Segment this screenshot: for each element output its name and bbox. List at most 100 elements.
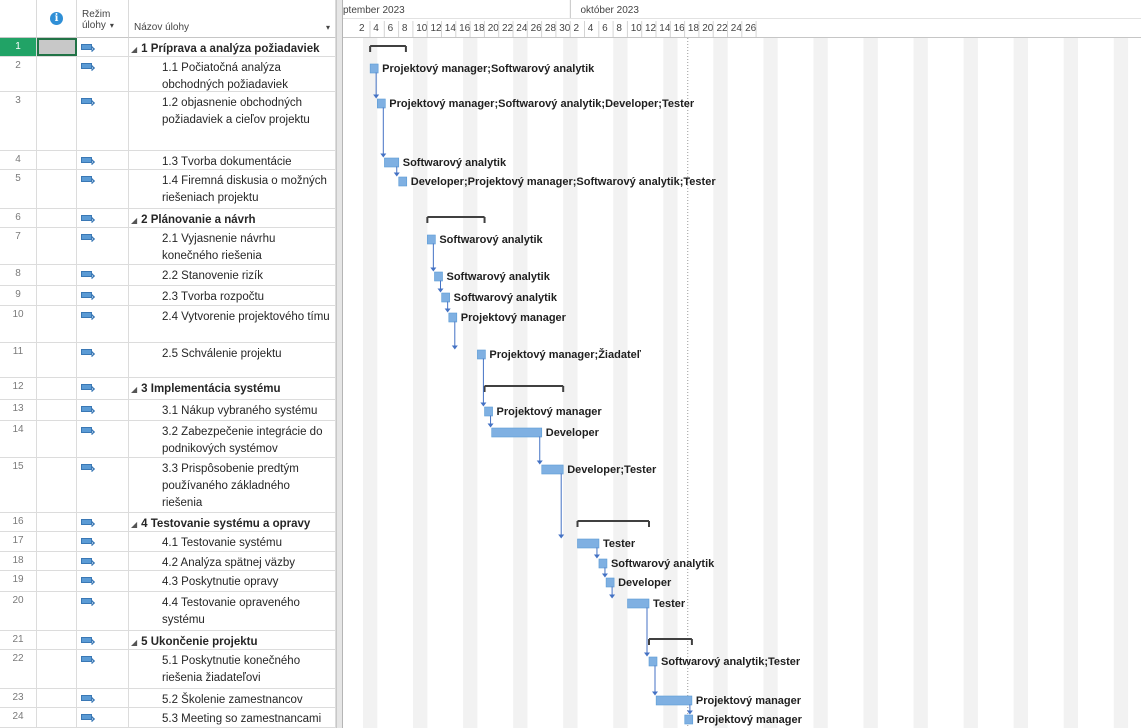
- task-row[interactable]: 12 ◢ 3 Implementácia systému: [0, 378, 336, 400]
- row-id-cell[interactable]: 5: [0, 170, 37, 208]
- task-mode-cell[interactable]: [77, 57, 129, 91]
- row-id-cell[interactable]: 21: [0, 631, 37, 649]
- indicator-cell[interactable]: [37, 306, 77, 342]
- row-id-cell[interactable]: 1: [0, 38, 37, 56]
- task-row[interactable]: 2 1.1 Počiatočná analýza obchodných požia…: [0, 57, 336, 92]
- task-mode-cell[interactable]: [77, 170, 129, 208]
- indicator-cell[interactable]: [37, 571, 77, 591]
- task-name-cell[interactable]: 3.1 Nákup vybraného systému: [129, 400, 336, 420]
- row-id-cell[interactable]: 15: [0, 458, 37, 512]
- row-id-cell[interactable]: 4: [0, 151, 37, 169]
- task-row[interactable]: 9 2.3 Tvorba rozpočtu: [0, 286, 336, 306]
- task-mode-cell[interactable]: [77, 708, 129, 727]
- task-row[interactable]: 4 1.3 Tvorba dokumentácie: [0, 151, 336, 170]
- indicator-cell[interactable]: [37, 378, 77, 399]
- row-id-cell[interactable]: 18: [0, 552, 37, 570]
- task-name-cell[interactable]: ◢ 1 Príprava a analýza požiadaviek: [129, 38, 336, 56]
- task-name-cell[interactable]: 4.2 Analýza spätnej väzby: [129, 552, 336, 570]
- row-id-cell[interactable]: 11: [0, 343, 37, 377]
- task-row[interactable]: 6 ◢ 2 Plánovanie a návrh: [0, 209, 336, 228]
- task-name-cell[interactable]: 1.1 Počiatočná analýza obchodných požiad…: [129, 57, 336, 91]
- task-mode-cell[interactable]: [77, 513, 129, 531]
- row-id-cell[interactable]: 3: [0, 92, 37, 150]
- task-row[interactable]: 7 2.1 Vyjasnenie návrhu konečného riešeni…: [0, 228, 336, 265]
- task-mode-cell[interactable]: [77, 532, 129, 551]
- task-name-cell[interactable]: ◢ 4 Testovanie systému a opravy: [129, 513, 336, 531]
- indicator-cell[interactable]: [37, 151, 77, 169]
- task-mode-cell[interactable]: [77, 689, 129, 707]
- task-row[interactable]: 15 3.3 Prispôsobenie predtým používaného …: [0, 458, 336, 513]
- task-mode-cell[interactable]: [77, 151, 129, 169]
- indicator-cell[interactable]: [37, 689, 77, 707]
- row-id-cell[interactable]: 23: [0, 689, 37, 707]
- row-id-cell[interactable]: 22: [0, 650, 37, 688]
- task-name-cell[interactable]: 1.4 Firemná diskusia o možných riešeniac…: [129, 170, 336, 208]
- indicator-cell[interactable]: [37, 38, 77, 56]
- task-row[interactable]: 14 3.2 Zabezpečenie integrácie do podniko…: [0, 421, 336, 458]
- task-mode-cell[interactable]: [77, 421, 129, 457]
- task-mode-cell[interactable]: [77, 265, 129, 285]
- row-id-cell[interactable]: 16: [0, 513, 37, 531]
- indicator-cell[interactable]: [37, 265, 77, 285]
- row-id-cell[interactable]: 6: [0, 209, 37, 227]
- task-name-cell[interactable]: 5.1 Poskytnutie konečného riešenia žiada…: [129, 650, 336, 688]
- indicator-cell[interactable]: [37, 92, 77, 150]
- task-mode-cell[interactable]: [77, 378, 129, 399]
- select-all-corner[interactable]: [0, 0, 37, 38]
- task-name-cell[interactable]: 1.3 Tvorba dokumentácie: [129, 151, 336, 169]
- task-mode-cell[interactable]: [77, 92, 129, 150]
- task-row[interactable]: 20 4.4 Testovanie opraveného systému: [0, 592, 336, 631]
- task-mode-cell[interactable]: [77, 571, 129, 591]
- task-row[interactable]: 23 5.2 Školenie zamestnancov: [0, 689, 336, 708]
- task-row[interactable]: 17 4.1 Testovanie systému: [0, 532, 336, 552]
- collapse-triangle-icon[interactable]: ◢: [131, 381, 137, 398]
- indicator-cell[interactable]: [37, 170, 77, 208]
- row-id-cell[interactable]: 17: [0, 532, 37, 551]
- task-row[interactable]: 8 2.2 Stanovenie rizík: [0, 265, 336, 286]
- task-mode-cell[interactable]: [77, 552, 129, 570]
- row-id-cell[interactable]: 8: [0, 265, 37, 285]
- indicator-cell[interactable]: [37, 343, 77, 377]
- task-row[interactable]: 13 3.1 Nákup vybraného systému: [0, 400, 336, 421]
- task-name-cell[interactable]: 2.5 Schválenie projektu: [129, 343, 336, 377]
- indicator-cell[interactable]: [37, 708, 77, 727]
- task-name-cell[interactable]: 4.4 Testovanie opraveného systému: [129, 592, 336, 630]
- task-row[interactable]: 19 4.3 Poskytnutie opravy: [0, 571, 336, 592]
- row-id-cell[interactable]: 10: [0, 306, 37, 342]
- task-row[interactable]: 18 4.2 Analýza spätnej väzby: [0, 552, 336, 571]
- task-name-column-header[interactable]: Názov úlohy ▾: [129, 0, 336, 38]
- indicator-cell[interactable]: [37, 400, 77, 420]
- indicator-cell[interactable]: [37, 228, 77, 264]
- row-id-cell[interactable]: 24: [0, 708, 37, 727]
- collapse-triangle-icon[interactable]: ◢: [131, 516, 137, 533]
- indicator-cell[interactable]: [37, 209, 77, 227]
- task-mode-cell[interactable]: [77, 306, 129, 342]
- indicator-cell[interactable]: [37, 421, 77, 457]
- task-name-cell[interactable]: 4.3 Poskytnutie opravy: [129, 571, 336, 591]
- task-mode-column-header[interactable]: Režim úlohy ▾: [77, 0, 129, 38]
- task-row[interactable]: 16 ◢ 4 Testovanie systému a opravy: [0, 513, 336, 532]
- task-mode-cell[interactable]: [77, 38, 129, 56]
- task-name-cell[interactable]: ◢ 3 Implementácia systému: [129, 378, 336, 399]
- indicator-cell[interactable]: [37, 552, 77, 570]
- task-mode-cell[interactable]: [77, 228, 129, 264]
- task-mode-sort-icon[interactable]: ▾: [110, 21, 114, 30]
- task-name-cell[interactable]: ◢ 2 Plánovanie a návrh: [129, 209, 336, 227]
- task-mode-cell[interactable]: [77, 209, 129, 227]
- row-id-cell[interactable]: 7: [0, 228, 37, 264]
- task-mode-cell[interactable]: [77, 458, 129, 512]
- task-name-cell[interactable]: 2.1 Vyjasnenie návrhu konečného riešenia: [129, 228, 336, 264]
- task-mode-cell[interactable]: [77, 631, 129, 649]
- row-id-cell[interactable]: 20: [0, 592, 37, 630]
- task-row[interactable]: 22 5.1 Poskytnutie konečného riešenia žia…: [0, 650, 336, 689]
- row-id-cell[interactable]: 13: [0, 400, 37, 420]
- task-name-sort-icon[interactable]: ▾: [326, 23, 330, 32]
- indicator-cell[interactable]: [37, 458, 77, 512]
- collapse-triangle-icon[interactable]: ◢: [131, 41, 137, 58]
- indicator-cell[interactable]: [37, 650, 77, 688]
- task-mode-cell[interactable]: [77, 286, 129, 305]
- gantt-chart[interactable]: ptember 2023 október 2023 2 4 6 8 10 12 14 16 18 20…: [342, 0, 1141, 728]
- task-row[interactable]: 1 ◢ 1 Príprava a analýza požiadaviek: [0, 38, 336, 57]
- task-name-cell[interactable]: 2.3 Tvorba rozpočtu: [129, 286, 336, 305]
- task-name-cell[interactable]: 3.2 Zabezpečenie integrácie do podnikový…: [129, 421, 336, 457]
